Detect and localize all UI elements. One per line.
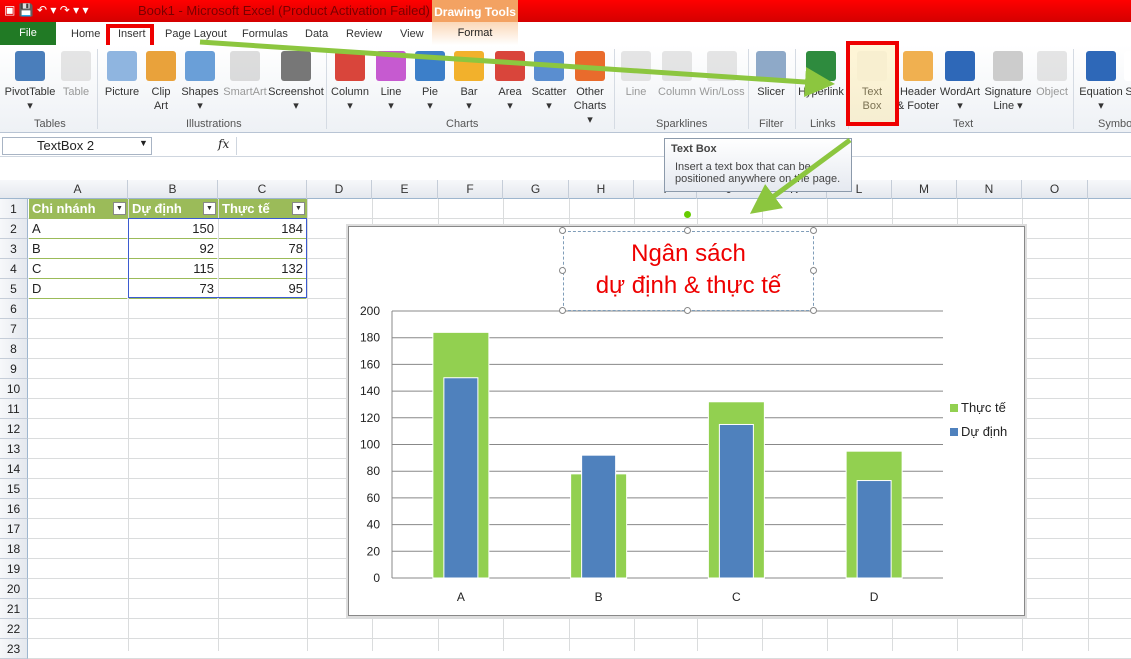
y-tick-label: 140: [360, 384, 380, 398]
y-tick-label: 40: [367, 518, 381, 532]
x-tick-label: A: [457, 590, 465, 604]
title-line-1: Ngân sách: [631, 240, 746, 267]
y-tick-label: 20: [367, 544, 381, 558]
rotate-handle[interactable]: [684, 211, 691, 218]
x-tick-label: B: [595, 590, 603, 604]
x-tick-label: C: [732, 590, 741, 604]
y-tick-label: 60: [367, 491, 381, 505]
tooltip-title: Text Box: [671, 143, 717, 155]
y-tick-label: 160: [360, 357, 380, 371]
y-tick-label: 100: [360, 438, 380, 452]
y-tick-label: 200: [360, 304, 380, 318]
tooltip: Text Box Insert a text box that can be p…: [664, 138, 852, 192]
bar-du-dinh-A: [443, 377, 479, 579]
y-tick-label: 120: [360, 411, 380, 425]
bar-du-dinh-B: [581, 454, 617, 579]
y-tick-label: 0: [373, 571, 380, 585]
bar-du-dinh-C: [718, 423, 754, 579]
y-tick-label: 80: [367, 464, 381, 478]
legend-label: Dự định: [961, 424, 1007, 439]
column-chart: 0 20 40 60 80 100 120 140 160 180 200 A B C D Thực tế Dự…: [360, 304, 1007, 604]
legend-label: Thực tế: [961, 400, 1007, 415]
bar-du-dinh-D: [856, 480, 892, 579]
x-tick-label: D: [870, 590, 879, 604]
chart-title-textbox[interactable]: Ngân sách dự định & thực tế: [563, 231, 814, 311]
legend-swatch: [950, 404, 958, 412]
legend-swatch: [950, 428, 958, 436]
title-line-2: dự định & thực tế: [595, 272, 782, 299]
tooltip-body: Insert a text box that can be positioned…: [675, 161, 841, 185]
y-tick-label: 180: [360, 331, 380, 345]
